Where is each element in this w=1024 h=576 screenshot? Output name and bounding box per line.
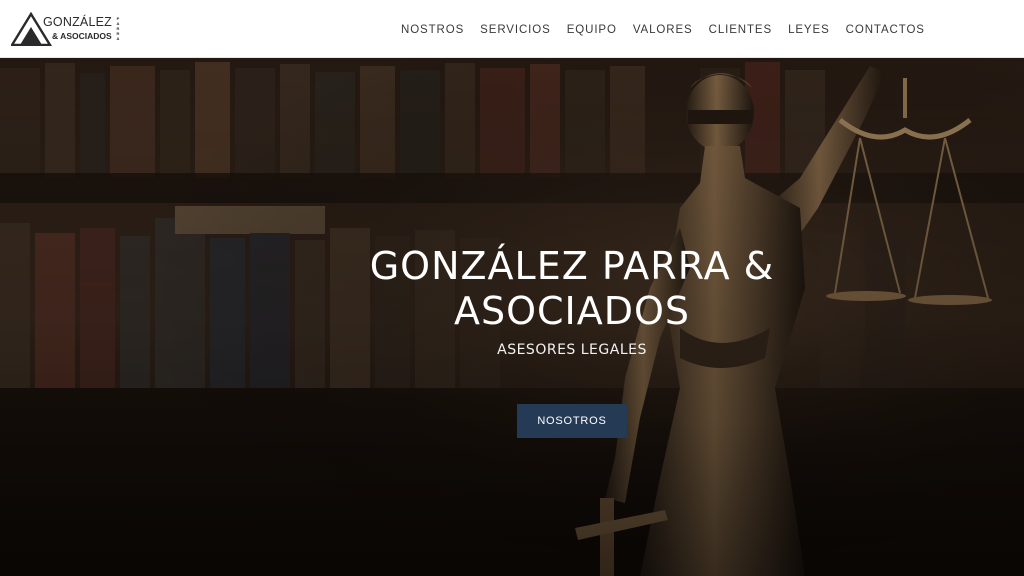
logo-name: GONZÁLEZ (43, 15, 112, 29)
hero-title-line-1: GONZÁLEZ PARRA & (369, 244, 775, 288)
nav-item-valores[interactable]: VALORES (625, 21, 701, 39)
logo-subtitle: & ASOCIADOS (52, 31, 112, 41)
logo-vertical-text: PARRA (116, 16, 120, 41)
main-nav: NOSTROS SERVICIOS EQUIPO VALORES CLIENTE… (393, 21, 933, 39)
nav-item-contactos[interactable]: CONTACTOS (838, 21, 933, 39)
nav-item-clientes[interactable]: CLIENTES (701, 21, 780, 39)
nav-item-servicios[interactable]: SERVICIOS (472, 21, 559, 39)
hero-subtitle: ASESORES LEGALES (497, 342, 647, 358)
site-logo[interactable]: GONZÁLEZ & ASOCIADOS PARRA (11, 11, 119, 47)
nav-item-nostros[interactable]: NOSTROS (393, 21, 472, 39)
site-header: GONZÁLEZ & ASOCIADOS PARRA NOSTROS SERVI… (0, 0, 1024, 58)
nav-item-leyes[interactable]: LEYES (780, 21, 838, 39)
hero-title-line-2: ASOCIADOS (453, 289, 691, 333)
nav-item-equipo[interactable]: EQUIPO (559, 21, 625, 39)
hero-section: GONZÁLEZ PARRA & ASOCIADOS ASESORES LEGA… (0, 58, 1024, 576)
nosotros-button[interactable]: NOSOTROS (517, 404, 627, 438)
hero-title: GONZÁLEZ PARRA & ASOCIADOS (312, 244, 832, 334)
